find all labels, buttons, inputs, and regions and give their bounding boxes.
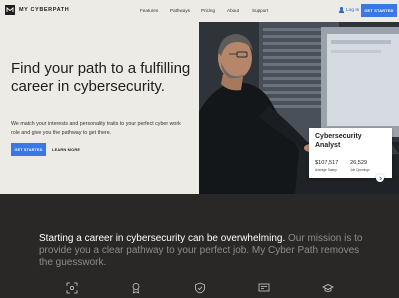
average-salary-value: $107,517 [315, 160, 339, 166]
hero-title: Find your path to a fulfilling career in… [11, 60, 191, 95]
card-next-button[interactable] [376, 174, 384, 182]
mission-statement: Starting a career in cybersecurity can b… [39, 233, 369, 268]
login-label: Log In [346, 7, 360, 13]
login-link[interactable]: Log In [339, 7, 359, 13]
career-card-title: Cybersecurity Analyst [315, 133, 362, 149]
average-salary-label: Average Salary [315, 168, 337, 172]
user-icon [339, 7, 344, 13]
career-card[interactable]: Cybersecurity Analyst $107,517 Average S… [309, 128, 392, 178]
header-get-started-button[interactable]: GET STARTED [361, 4, 397, 17]
scan-face-icon [66, 282, 78, 294]
nav-item-about[interactable]: About [227, 8, 239, 13]
nav-item-pathways[interactable]: Pathways [170, 8, 190, 13]
job-openings-value: 26,529 [350, 160, 368, 166]
mission-lead: Starting a career in cybersecurity can b… [39, 233, 286, 244]
brand-logo[interactable]: MY CYBERPATH [5, 5, 69, 15]
nav-item-features[interactable]: Features [140, 8, 158, 13]
chevron-right-icon [378, 175, 382, 181]
certificate-icon [258, 283, 270, 292]
nav-item-pricing[interactable]: Pricing [201, 8, 215, 13]
nav-item-support[interactable]: Support [252, 8, 268, 13]
logo-icon [5, 5, 15, 15]
graduation-cap-icon [322, 284, 334, 292]
learn-more-link[interactable]: LEARN MORE [52, 147, 80, 152]
hero-get-started-button[interactable]: GET STARTED [11, 143, 46, 156]
site-header: MY CYBERPATH Features Pathways Pricing A… [0, 0, 399, 22]
brand-name: MY CYBERPATH [19, 7, 70, 13]
award-icon [132, 283, 140, 294]
shield-check-icon [195, 282, 205, 294]
feature-icons-row [0, 282, 399, 298]
job-openings-label: Job Openings [350, 168, 370, 172]
hero-description: We match your interests and personality … [11, 121, 181, 136]
